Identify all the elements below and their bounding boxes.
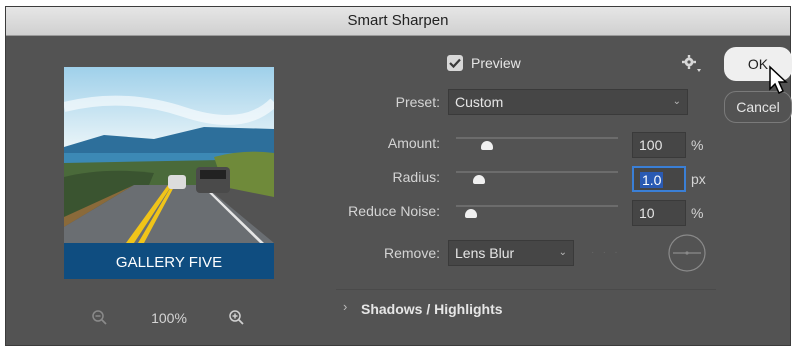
mouse-cursor-icon: [768, 65, 790, 97]
gear-icon[interactable]: [681, 54, 703, 74]
reduce-noise-unit: %: [691, 205, 704, 221]
preset-label: Preset:: [395, 94, 440, 110]
shadows-highlights-toggle[interactable]: Shadows / Highlights: [361, 301, 503, 317]
preview-label[interactable]: Preview: [471, 55, 521, 71]
dialog-title: Smart Sharpen: [6, 7, 790, 36]
radius-input[interactable]: 1.0: [632, 166, 686, 192]
chevron-down-icon: ⌄: [558, 247, 567, 258]
amount-slider-track[interactable]: [456, 137, 618, 139]
reduce-noise-value: 10: [639, 205, 655, 221]
radius-value: 1.0: [640, 172, 664, 188]
remove-label: Remove:: [383, 245, 440, 261]
reduce-noise-slider-track[interactable]: [456, 205, 618, 207]
amount-label: Amount:: [387, 135, 440, 151]
checkmark-icon: [449, 58, 461, 69]
smart-sharpen-dialog: Smart Sharpen GALLERY FIVE 100% Preview …: [5, 6, 792, 346]
chevron-right-icon[interactable]: ›: [343, 299, 347, 314]
remove-value: Lens Blur: [455, 245, 515, 261]
chevron-down-icon: ⌄: [672, 96, 681, 107]
road-landscape-image: GALLERY FIVE: [64, 67, 274, 279]
zoom-in-icon[interactable]: [228, 309, 246, 327]
amount-unit: %: [691, 137, 704, 153]
preset-select[interactable]: Custom ⌄: [448, 89, 688, 115]
preview-checkbox[interactable]: [447, 55, 463, 71]
amount-input[interactable]: 100: [632, 132, 686, 158]
preview-image-caption: GALLERY FIVE: [116, 254, 222, 271]
angle-field-disabled: · · ·: [591, 247, 618, 258]
reduce-noise-label: Reduce Noise:: [348, 203, 440, 219]
zoom-out-icon[interactable]: [91, 309, 109, 327]
radius-unit: px: [691, 171, 706, 187]
reduce-noise-input[interactable]: 10: [632, 200, 686, 226]
preset-value: Custom: [455, 94, 504, 110]
amount-value: 100: [639, 137, 663, 153]
remove-select[interactable]: Lens Blur ⌄: [448, 240, 574, 266]
angle-dial-icon[interactable]: [667, 233, 707, 273]
radius-slider-track[interactable]: [456, 171, 618, 173]
preview-image[interactable]: GALLERY FIVE: [64, 67, 274, 279]
section-divider: [336, 289, 716, 290]
radius-label: Radius:: [392, 169, 440, 185]
zoom-level: 100%: [151, 310, 187, 326]
